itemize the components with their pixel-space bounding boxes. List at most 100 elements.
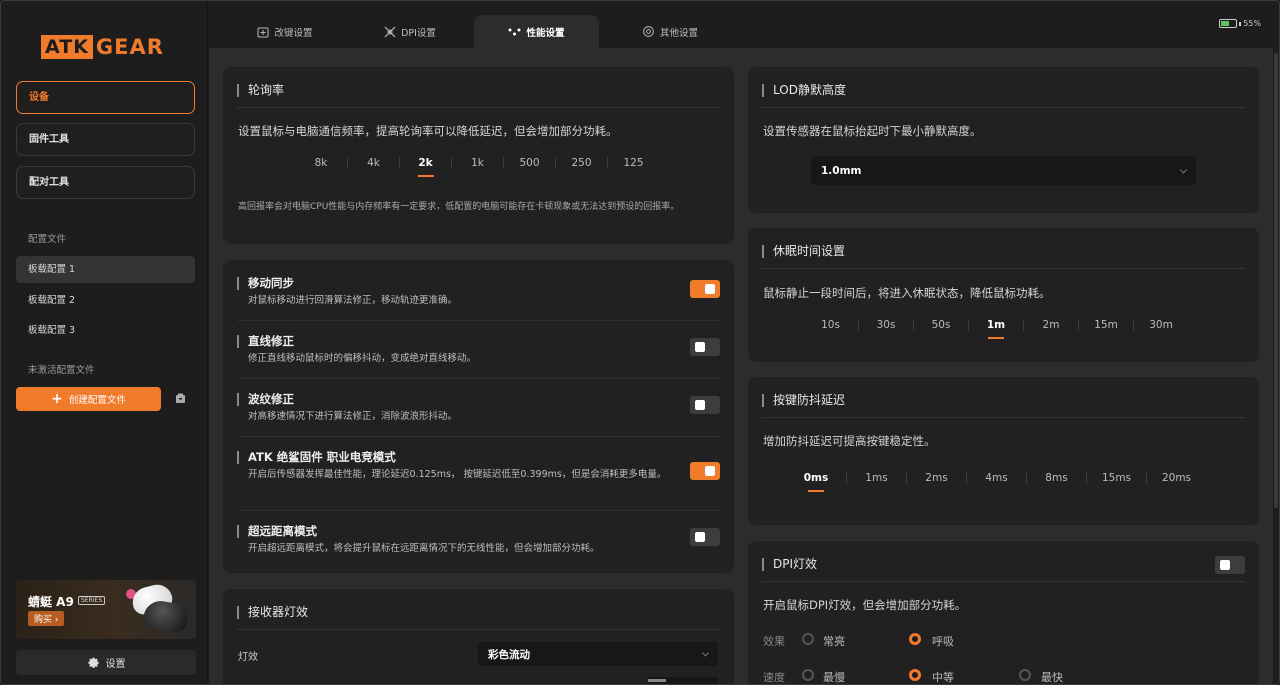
light-effect-select[interactable]: 彩色流动 bbox=[478, 642, 718, 666]
debounce-option[interactable]: 2ms bbox=[906, 472, 966, 484]
tab-dpi[interactable]: DPI设置 bbox=[354, 15, 466, 48]
toggle-switch[interactable] bbox=[690, 528, 720, 546]
sleep-time-selector: 10s 30s 50s 1m 2m 15m 30m bbox=[803, 319, 1188, 331]
divider bbox=[762, 107, 1245, 108]
profile-item-2[interactable]: 板载配置 2 bbox=[16, 287, 195, 314]
tab-keybind[interactable]: 改键设置 bbox=[229, 15, 341, 48]
debounce-option[interactable]: 1ms bbox=[846, 472, 906, 484]
toggle-row-desc: 开启后传感器发挥最佳性能，理论延迟0.125ms， 按键延迟低至0.399ms，… bbox=[248, 469, 667, 480]
effect-radio-steady[interactable] bbox=[802, 633, 814, 645]
effect-radio-breathing[interactable] bbox=[909, 633, 921, 645]
toggle-switch[interactable] bbox=[690, 396, 720, 414]
dpi-icon bbox=[384, 26, 396, 37]
create-profile-button[interactable]: + 创建配置文件 bbox=[16, 387, 161, 411]
tab-other-settings[interactable]: 其他设置 bbox=[614, 15, 726, 48]
tab-dpi-label: DPI设置 bbox=[401, 27, 436, 39]
create-profile-label: 创建配置文件 bbox=[68, 395, 126, 406]
ad-buy-button[interactable]: 购买 › bbox=[28, 611, 65, 626]
toggle-switch[interactable] bbox=[690, 338, 720, 356]
polling-rate-option[interactable]: 1k bbox=[451, 157, 503, 169]
tab-performance-label: 性能设置 bbox=[526, 27, 565, 39]
divider bbox=[237, 378, 720, 379]
sleep-time-option[interactable]: 1m bbox=[968, 319, 1023, 331]
sleep-time-option[interactable]: 2m bbox=[1023, 319, 1078, 331]
polling-rate-option[interactable]: 500 bbox=[503, 157, 555, 169]
lod-value: 1.0mm bbox=[821, 164, 862, 177]
brand-logo: ATK GEAR bbox=[41, 35, 164, 59]
nav-pairing-tools[interactable]: 配对工具 bbox=[16, 166, 195, 199]
sleep-time-option[interactable]: 15m bbox=[1078, 319, 1133, 331]
toggle-row-title: ATK 绝鲨固件 职业电竞模式 bbox=[237, 451, 396, 464]
polling-rate-card: 轮询率 设置鼠标与电脑通信频率，提高轮询率可以降低延迟，但会增加部分功耗。 8k… bbox=[223, 67, 734, 244]
app-window: ATK GEAR 设备 固件工具 配对工具 配置文件 板载配置 1 板载配置 2… bbox=[0, 0, 1280, 685]
debounce-title: 按键防抖延迟 bbox=[762, 394, 845, 407]
speed-radio-slowest[interactable] bbox=[802, 669, 814, 681]
black-mouse-image bbox=[141, 598, 191, 634]
toggle-row-title: 直线修正 bbox=[237, 335, 294, 348]
settings-label: 设置 bbox=[105, 659, 126, 670]
debounce-option[interactable]: 0ms bbox=[786, 472, 846, 484]
polling-rate-option[interactable]: 4k bbox=[347, 157, 399, 169]
toggle-switch[interactable] bbox=[690, 462, 720, 480]
lod-select[interactable]: 1.0mm bbox=[811, 156, 1196, 185]
debounce-option[interactable]: 8ms bbox=[1026, 472, 1086, 484]
nav-firmware-tools[interactable]: 固件工具 bbox=[16, 123, 195, 156]
sleep-title: 休眠时间设置 bbox=[762, 245, 845, 258]
plus-icon: + bbox=[51, 391, 63, 407]
toggle-row-desc: 对鼠标移动进行回滑算法修正，移动轨迹更准确。 bbox=[248, 295, 458, 306]
toggle-switch[interactable] bbox=[690, 280, 720, 298]
import-profile-icon[interactable] bbox=[175, 393, 186, 404]
sleep-time-option[interactable]: 30m bbox=[1133, 319, 1188, 331]
polling-rate-option[interactable]: 250 bbox=[555, 157, 607, 169]
divider bbox=[762, 417, 1245, 418]
product-ad-banner[interactable]: 蜻蜓 A9 SERIES 购买 › bbox=[16, 580, 196, 639]
effect-option-steady: 常亮 bbox=[823, 635, 845, 648]
divider bbox=[237, 107, 720, 108]
sleep-time-option[interactable]: 50s bbox=[913, 319, 968, 331]
light-effect-label: 灯效 bbox=[238, 652, 258, 663]
toggle-row-desc: 开启超远距离模式，将会提升鼠标在远距离情况下的无线性能，但会增加部分功耗。 bbox=[248, 543, 600, 554]
settings-button[interactable]: 设置 bbox=[16, 650, 196, 675]
debounce-option[interactable]: 4ms bbox=[966, 472, 1026, 484]
debounce-option[interactable]: 20ms bbox=[1146, 472, 1206, 484]
brightness-slider[interactable] bbox=[648, 677, 718, 684]
receiver-light-card: 接收器灯效 灯效 彩色流动 bbox=[223, 589, 734, 684]
tab-keybind-label: 改键设置 bbox=[274, 27, 313, 39]
ad-series-badge: SERIES bbox=[78, 596, 106, 605]
chevron-down-icon bbox=[701, 649, 710, 657]
battery-percent: 55% bbox=[1243, 19, 1261, 28]
sleep-time-option[interactable]: 10s bbox=[803, 319, 858, 331]
scrollbar-thumb[interactable] bbox=[1274, 53, 1278, 508]
tab-other-label: 其他设置 bbox=[659, 27, 698, 39]
gear-icon bbox=[87, 657, 99, 668]
dpi-light-toggle[interactable] bbox=[1215, 556, 1245, 574]
debounce-card: 按键防抖延迟 增加防抖延迟可提高按键稳定性。 0ms 1ms 2ms 4ms 8ms 15… bbox=[748, 377, 1259, 525]
dpi-light-desc: 开启鼠标DPI灯效，但会增加部分功耗。 bbox=[763, 598, 967, 612]
inactive-profiles-heading: 未激活配置文件 bbox=[28, 365, 95, 376]
debounce-option[interactable]: 15ms bbox=[1086, 472, 1146, 484]
slider-thumb[interactable] bbox=[648, 679, 666, 682]
polling-rate-option[interactable]: 125 bbox=[607, 157, 659, 169]
polling-rate-option[interactable]: 8k bbox=[295, 157, 347, 169]
dpi-light-title: DPI灯效 bbox=[762, 558, 817, 571]
polling-rate-option[interactable]: 2k bbox=[399, 157, 451, 169]
profile-item-1[interactable]: 板载配置 1 bbox=[16, 256, 195, 283]
lod-title: LOD静默高度 bbox=[762, 84, 846, 97]
speed-option-slowest: 最慢 bbox=[823, 671, 845, 684]
sleep-time-option[interactable]: 30s bbox=[858, 319, 913, 331]
divider bbox=[762, 268, 1245, 269]
divider bbox=[237, 436, 720, 437]
divider bbox=[237, 320, 720, 321]
battery-indicator: 55% bbox=[1219, 19, 1261, 28]
polling-rate-title: 轮询率 bbox=[237, 84, 284, 97]
polling-rate-note: 高回报率会对电脑CPU性能与内存频率有一定要求，低配置的电脑可能存在卡顿现象或无… bbox=[238, 202, 680, 212]
top-tab-bar: 改键设置 DPI设置 性能设置 其他设置 55% bbox=[209, 1, 1279, 48]
sleep-card: 休眠时间设置 鼠标静止一段时间后，将进入休眠状态，降低鼠标功耗。 10s 30s 5… bbox=[748, 228, 1259, 362]
keybind-icon bbox=[257, 27, 269, 37]
effect-option-breathing: 呼吸 bbox=[932, 635, 954, 648]
speed-radio-medium[interactable] bbox=[909, 669, 921, 681]
nav-device[interactable]: 设备 bbox=[16, 81, 195, 114]
tab-performance[interactable]: 性能设置 bbox=[474, 15, 599, 48]
speed-radio-fastest[interactable] bbox=[1019, 669, 1031, 681]
profile-item-3[interactable]: 板载配置 3 bbox=[16, 317, 195, 344]
